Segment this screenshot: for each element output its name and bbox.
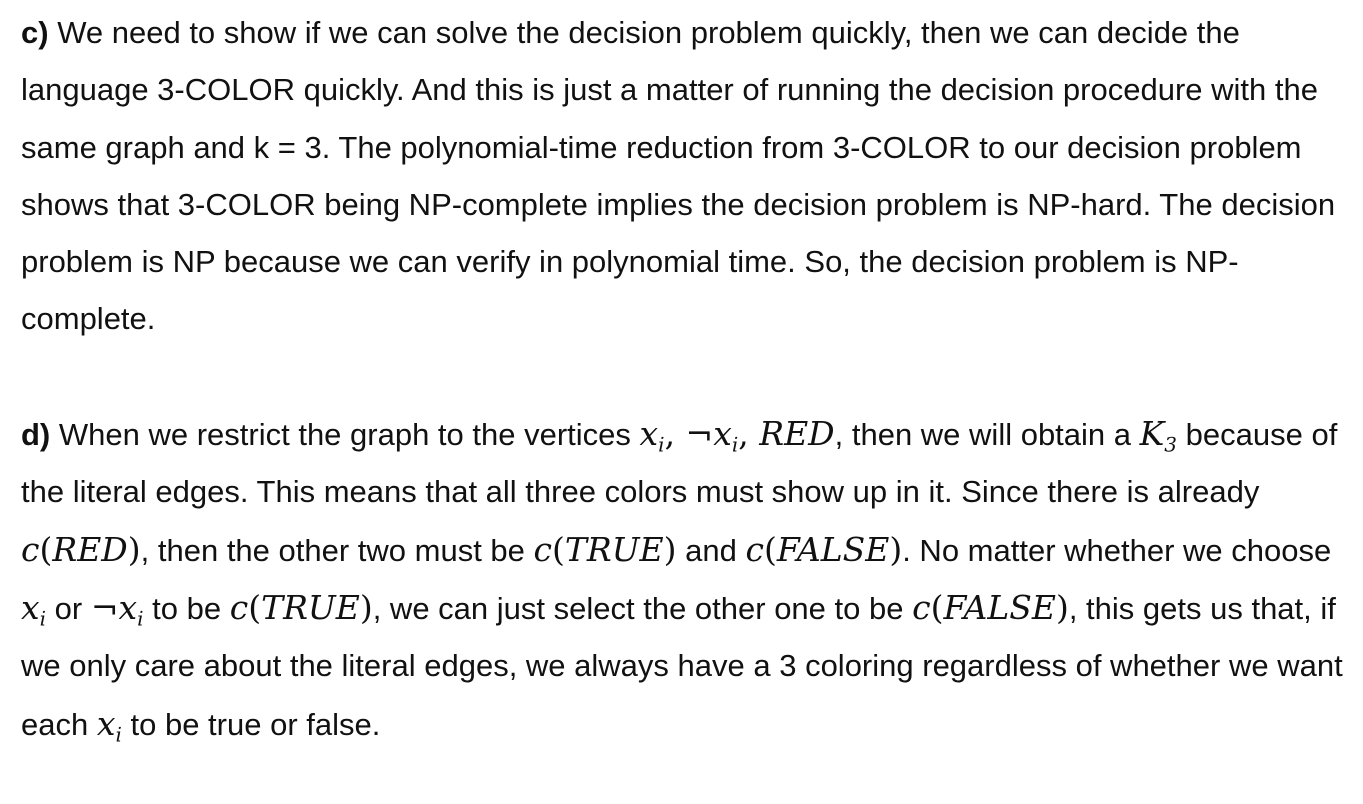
math-c: c	[912, 587, 931, 627]
document-body: c) We need to show if we can solve the d…	[21, 4, 1351, 753]
math-true: TRUE	[261, 587, 360, 627]
math-red: RED	[52, 529, 128, 569]
math-c: c	[229, 587, 249, 627]
part-d-text: to be true or false.	[121, 706, 381, 742]
math-x: x	[96, 703, 116, 743]
part-d-text: or	[46, 590, 91, 626]
part-d-text: , we can just select the other one to be	[372, 590, 913, 626]
part-d-text: . No matter whether we choose	[902, 532, 1332, 568]
math-x: x	[21, 587, 40, 627]
math-c-red: c(RED)	[21, 529, 141, 569]
paragraph-c: c) We need to show if we can solve the d…	[21, 4, 1351, 348]
math-x: x	[118, 587, 138, 627]
math-c: c	[533, 529, 553, 569]
math-x: x	[639, 414, 659, 454]
math-false: FALSE	[943, 587, 1056, 627]
paragraph-d: d) When we restrict the graph to the ver…	[21, 405, 1351, 753]
math-xi: xi	[21, 587, 46, 628]
math-complete-graph: K3	[1139, 414, 1178, 457]
math-subscript-3: 3	[1164, 432, 1178, 457]
math-neg: ¬	[685, 414, 714, 454]
part-d-text: , then the other two must be	[140, 532, 534, 568]
math-x: x	[713, 414, 732, 454]
math-neg: ¬	[90, 587, 119, 627]
math-red: RED	[759, 414, 835, 454]
part-d-text: When we restrict the graph to the vertic…	[50, 417, 640, 453]
math-c: c	[745, 529, 764, 569]
math-xi: xi	[96, 703, 122, 744]
math-c-false: c(FALSE)	[745, 529, 903, 569]
part-c-label: c)	[21, 15, 49, 50]
math-false: FALSE	[776, 529, 890, 569]
math-c-true: c(TRUE)	[229, 587, 373, 627]
math-true: TRUE	[564, 529, 664, 569]
part-d-label: d)	[21, 417, 51, 453]
math-c-false: c(FALSE)	[912, 587, 1069, 627]
part-d-text: , then we will obtain a	[834, 417, 1140, 453]
math-not-xi: ¬xi	[90, 587, 144, 628]
part-c-text: We need to show if we can solve the deci…	[21, 15, 1336, 337]
part-d-text: to be	[143, 590, 230, 626]
math-c: c	[21, 529, 40, 569]
math-c-true: c(TRUE)	[533, 529, 677, 569]
part-d-text: and	[676, 532, 746, 568]
math-vertices: xi, ¬xi, RED	[639, 414, 835, 457]
math-k: K	[1139, 414, 1165, 454]
